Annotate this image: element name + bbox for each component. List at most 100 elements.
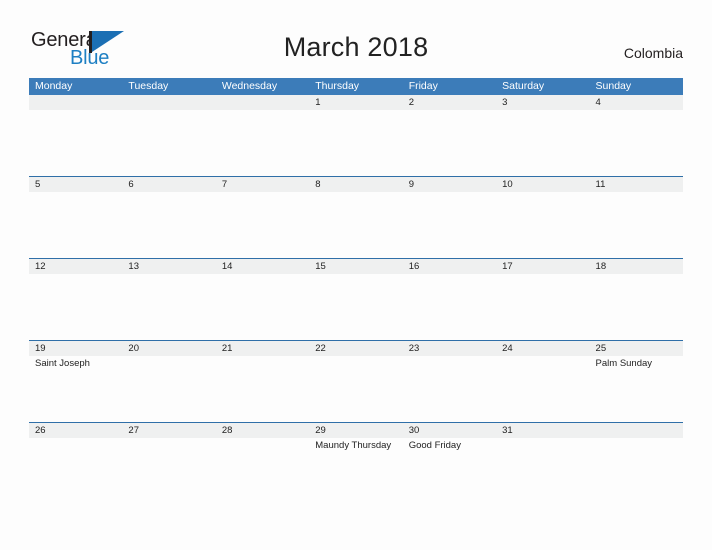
weekday-thursday: Thursday bbox=[315, 80, 360, 92]
weekday-header-row: Monday Tuesday Wednesday Thursday Friday… bbox=[29, 78, 683, 95]
day-cell[interactable] bbox=[216, 438, 309, 504]
calendar-week-row: 1 2 3 4 bbox=[29, 95, 683, 176]
day-number[interactable] bbox=[216, 95, 309, 110]
week-date-band: 5 6 7 8 9 10 11 bbox=[29, 177, 683, 192]
day-cell[interactable] bbox=[216, 356, 309, 422]
day-cell[interactable] bbox=[29, 274, 122, 340]
day-number[interactable]: 30 bbox=[403, 423, 496, 438]
day-cell[interactable] bbox=[29, 110, 122, 176]
day-cell[interactable] bbox=[122, 356, 215, 422]
day-number[interactable]: 26 bbox=[29, 423, 122, 438]
day-number[interactable]: 1 bbox=[309, 95, 402, 110]
day-cell[interactable] bbox=[29, 192, 122, 258]
day-number[interactable]: 27 bbox=[122, 423, 215, 438]
day-number[interactable] bbox=[29, 95, 122, 110]
weekday-tuesday: Tuesday bbox=[128, 80, 169, 92]
weekday-wednesday: Wednesday bbox=[221, 80, 278, 92]
day-cell[interactable] bbox=[309, 356, 402, 422]
week-date-band: 19 20 21 22 23 24 25 bbox=[29, 341, 683, 356]
event-label: Maundy Thursday bbox=[315, 440, 392, 451]
day-number[interactable]: 12 bbox=[29, 259, 122, 274]
week-event-band bbox=[29, 274, 683, 340]
day-cell[interactable] bbox=[403, 356, 496, 422]
region-label: Colombia bbox=[623, 45, 683, 61]
day-number[interactable]: 3 bbox=[496, 95, 589, 110]
day-number[interactable]: 11 bbox=[590, 177, 683, 192]
day-number[interactable]: 5 bbox=[29, 177, 122, 192]
day-number[interactable]: 2 bbox=[403, 95, 496, 110]
calendar-week-row: 12 13 14 15 16 17 18 bbox=[29, 258, 683, 340]
day-cell[interactable] bbox=[122, 438, 215, 504]
calendar-week-row: 5 6 7 8 9 10 11 bbox=[29, 176, 683, 258]
day-number[interactable]: 21 bbox=[216, 341, 309, 356]
day-cell[interactable]: Palm Sunday bbox=[590, 356, 683, 422]
day-number[interactable] bbox=[122, 95, 215, 110]
day-cell[interactable] bbox=[122, 192, 215, 258]
day-number[interactable]: 24 bbox=[496, 341, 589, 356]
day-cell[interactable] bbox=[590, 110, 683, 176]
calendar-week-row: 19 20 21 22 23 24 25 Saint Joseph Palm S… bbox=[29, 340, 683, 422]
day-cell[interactable] bbox=[309, 192, 402, 258]
day-cell[interactable] bbox=[496, 438, 589, 504]
day-number[interactable]: 6 bbox=[122, 177, 215, 192]
day-cell[interactable] bbox=[496, 274, 589, 340]
day-cell[interactable]: Good Friday bbox=[403, 438, 496, 504]
calendar-week-row: 26 27 28 29 30 31 Maundy Thursday Good F… bbox=[29, 422, 683, 504]
week-date-band: 12 13 14 15 16 17 18 bbox=[29, 259, 683, 274]
day-cell[interactable] bbox=[122, 274, 215, 340]
weekday-monday: Monday bbox=[35, 80, 73, 92]
event-label: Palm Sunday bbox=[595, 358, 653, 369]
day-number[interactable]: 7 bbox=[216, 177, 309, 192]
day-cell[interactable] bbox=[590, 274, 683, 340]
day-cell[interactable] bbox=[216, 192, 309, 258]
day-number[interactable]: 22 bbox=[309, 341, 402, 356]
day-cell[interactable] bbox=[309, 274, 402, 340]
day-number[interactable] bbox=[590, 423, 683, 438]
event-label: Saint Joseph bbox=[35, 358, 90, 369]
page-title: March 2018 bbox=[283, 32, 429, 62]
day-cell[interactable] bbox=[403, 110, 496, 176]
day-number[interactable]: 15 bbox=[309, 259, 402, 274]
day-number[interactable]: 8 bbox=[309, 177, 402, 192]
day-cell[interactable] bbox=[590, 192, 683, 258]
weekday-friday: Friday bbox=[408, 80, 438, 92]
week-event-band bbox=[29, 110, 683, 176]
day-number[interactable]: 9 bbox=[403, 177, 496, 192]
day-number[interactable]: 28 bbox=[216, 423, 309, 438]
day-number[interactable]: 25 bbox=[590, 341, 683, 356]
page-header: General Blue March 2018 Colombia bbox=[0, 0, 712, 78]
day-number[interactable]: 4 bbox=[590, 95, 683, 110]
day-cell[interactable] bbox=[403, 192, 496, 258]
day-cell[interactable] bbox=[496, 356, 589, 422]
day-number[interactable]: 18 bbox=[590, 259, 683, 274]
day-number[interactable]: 14 bbox=[216, 259, 309, 274]
day-cell[interactable] bbox=[590, 438, 683, 504]
day-cell[interactable] bbox=[496, 192, 589, 258]
day-number[interactable]: 10 bbox=[496, 177, 589, 192]
calendar-grid: Monday Tuesday Wednesday Thursday Friday… bbox=[29, 78, 683, 504]
day-cell[interactable] bbox=[309, 110, 402, 176]
day-number[interactable]: 17 bbox=[496, 259, 589, 274]
day-cell[interactable] bbox=[216, 110, 309, 176]
day-cell[interactable] bbox=[496, 110, 589, 176]
day-cell[interactable] bbox=[29, 438, 122, 504]
week-event-band: Saint Joseph Palm Sunday bbox=[29, 356, 683, 422]
day-number[interactable]: 20 bbox=[122, 341, 215, 356]
week-event-band: Maundy Thursday Good Friday bbox=[29, 438, 683, 504]
day-cell[interactable] bbox=[216, 274, 309, 340]
day-number[interactable]: 31 bbox=[496, 423, 589, 438]
event-label: Good Friday bbox=[408, 440, 461, 451]
day-number[interactable]: 23 bbox=[403, 341, 496, 356]
day-number[interactable]: 16 bbox=[403, 259, 496, 274]
day-number[interactable]: 19 bbox=[29, 341, 122, 356]
day-cell[interactable]: Maundy Thursday bbox=[309, 438, 402, 504]
week-date-band: 1 2 3 4 bbox=[29, 95, 683, 110]
calendar-page: General Blue March 2018 Colombia Monday … bbox=[0, 0, 712, 550]
week-event-band bbox=[29, 192, 683, 258]
day-cell[interactable] bbox=[122, 110, 215, 176]
week-date-band: 26 27 28 29 30 31 bbox=[29, 423, 683, 438]
day-number[interactable]: 13 bbox=[122, 259, 215, 274]
day-cell[interactable]: Saint Joseph bbox=[29, 356, 122, 422]
day-cell[interactable] bbox=[403, 274, 496, 340]
day-number[interactable]: 29 bbox=[309, 423, 402, 438]
